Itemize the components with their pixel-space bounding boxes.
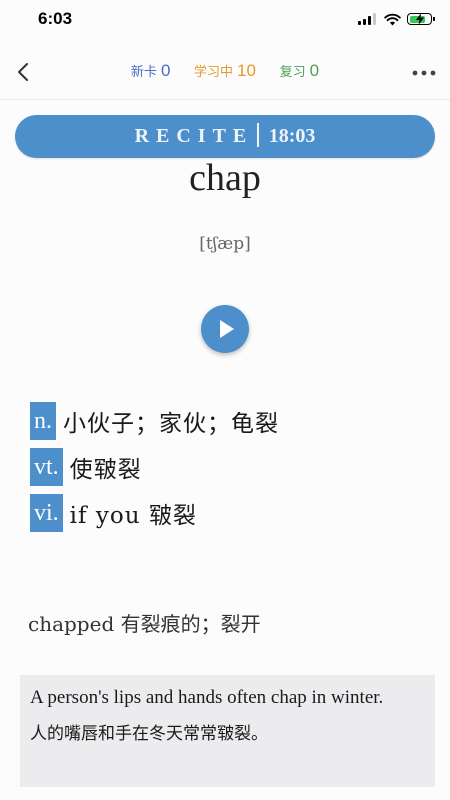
status-bar: 6:03 (0, 0, 450, 44)
recite-timer: 18:03 (268, 125, 316, 147)
definition-row: vt. 使皲裂 (30, 448, 279, 486)
recite-timer-banner[interactable]: RECITE 18:03 (15, 115, 435, 158)
example-chinese: 人的嘴唇和手在冬天常常皲裂。 (30, 724, 268, 744)
battery-charging-icon (407, 13, 435, 25)
review-label: 复习 (279, 64, 306, 79)
nav-bar: 新卡 0 学习中 10 复习 0 (0, 48, 450, 98)
word-phonetic: [tʃæp] (199, 234, 251, 254)
part-of-speech-tag: vi. (30, 494, 63, 532)
learning-label: 学习中 (194, 64, 234, 79)
status-icons (358, 11, 435, 27)
learning-count: 10 (237, 61, 256, 80)
recite-label: RECITE (134, 125, 254, 147)
word-title: chap (189, 157, 261, 199)
definition-text: 使皲裂 (69, 457, 142, 483)
new-cards-count: 0 (160, 61, 171, 80)
part-of-speech-tag: vt. (30, 448, 63, 486)
definition-text: 小伙子；家伙；龟裂 (63, 411, 279, 437)
learning-counter: 学习中 10 (194, 61, 256, 81)
banner-separator (257, 123, 259, 147)
example-english: A person's lips and hands often chap in … (30, 687, 384, 708)
play-icon (220, 320, 234, 338)
related-word: chapped 有裂痕的；裂开 (28, 612, 261, 636)
review-counter: 复习 0 (280, 61, 319, 81)
new-cards-counter: 新卡 0 (131, 61, 170, 81)
review-count: 0 (309, 61, 320, 80)
status-time: 6:03 (38, 9, 73, 28)
play-pronunciation-button[interactable] (201, 305, 249, 353)
example-sentence-box: A person's lips and hands often chap in … (20, 675, 435, 787)
wifi-icon (384, 13, 401, 25)
card-counters: 新卡 0 学习中 10 复习 0 (0, 61, 450, 81)
more-ellipsis-icon[interactable] (412, 70, 436, 76)
cellular-signal-icon (358, 13, 378, 25)
new-cards-label: 新卡 (130, 64, 157, 79)
definition-list: n. 小伙子；家伙；龟裂 vt. 使皲裂 vi. if you 皲裂 (30, 402, 279, 540)
definition-row: n. 小伙子；家伙；龟裂 (30, 402, 279, 440)
nav-divider (0, 99, 450, 100)
definition-row: vi. if you 皲裂 (30, 494, 279, 532)
part-of-speech-tag: n. (30, 402, 56, 440)
definition-text: if you 皲裂 (69, 503, 197, 529)
